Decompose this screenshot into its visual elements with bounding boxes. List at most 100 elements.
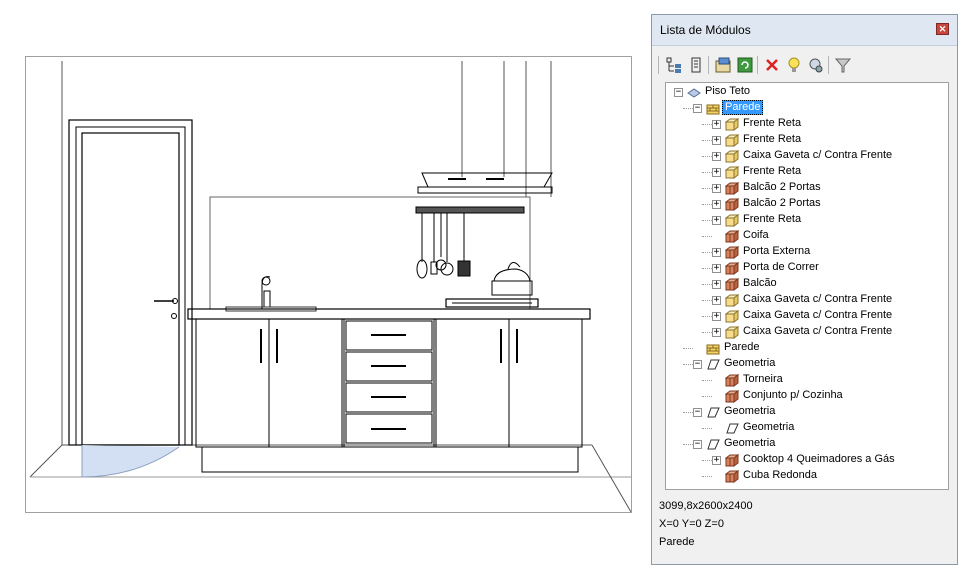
collapse-node-icon[interactable]: −: [693, 408, 702, 417]
tree-item-label[interactable]: Frente Reta: [741, 213, 803, 226]
tree-item[interactable]: − Piso Teto: [666, 84, 948, 100]
expand-node-icon[interactable]: +: [712, 168, 721, 177]
panel-title: Lista de Módulos: [660, 23, 751, 37]
tree-item[interactable]: Torneira: [666, 372, 948, 388]
tree-item-label[interactable]: Frente Reta: [741, 117, 803, 130]
tree-item-label[interactable]: Geometria: [722, 405, 777, 418]
tree-item-label[interactable]: Geometria: [722, 437, 777, 450]
tree-item[interactable]: Parede: [666, 340, 948, 356]
tree-item[interactable]: + Frente Reta: [666, 164, 948, 180]
tree-connector: [702, 396, 712, 397]
tree-item-label[interactable]: Porta Externa: [741, 245, 812, 258]
tree-item[interactable]: Cuba Redonda: [666, 468, 948, 484]
3d-viewport[interactable]: [25, 56, 632, 513]
expand-node-icon[interactable]: +: [712, 456, 721, 465]
tree-item-label[interactable]: Balcão 2 Portas: [741, 181, 823, 194]
collapse-node-icon[interactable]: −: [674, 88, 683, 97]
tree-item-label[interactable]: Parede: [722, 100, 764, 115]
properties-icon[interactable]: [714, 56, 732, 74]
tree-item-label[interactable]: Porta de Correr: [741, 261, 821, 274]
expand-node-icon[interactable]: +: [712, 312, 721, 321]
tree-connector: [702, 204, 712, 205]
front-module-icon: [724, 134, 740, 147]
expand-node-icon[interactable]: +: [712, 264, 721, 273]
tree-item[interactable]: + Frente Reta: [666, 132, 948, 148]
front-module-icon: [724, 310, 740, 323]
expand-node-icon[interactable]: +: [712, 184, 721, 193]
tree-item[interactable]: + Caixa Gaveta c/ Contra Frente: [666, 148, 948, 164]
tree-item-label[interactable]: Caixa Gaveta c/ Contra Frente: [741, 149, 894, 162]
tree-item-label[interactable]: Piso Teto: [703, 85, 752, 98]
tree-item[interactable]: − Parede: [666, 100, 948, 116]
expand-node-icon[interactable]: +: [712, 296, 721, 305]
tree-item-label[interactable]: Geometria: [722, 357, 777, 370]
tree-item[interactable]: + Porta Externa: [666, 244, 948, 260]
expand-node-icon[interactable]: +: [712, 328, 721, 337]
tree-item[interactable]: + Frente Reta: [666, 212, 948, 228]
tree-connector: [702, 284, 712, 285]
tree-item[interactable]: − Geometria: [666, 436, 948, 452]
tree-item-label[interactable]: Torneira: [741, 373, 785, 386]
wall-module-icon: [706, 342, 720, 355]
expand-tree-icon[interactable]: [665, 56, 683, 74]
refresh-icon[interactable]: [736, 56, 754, 74]
tree-item-label[interactable]: Caixa Gaveta c/ Contra Frente: [741, 293, 894, 306]
tree-item-label[interactable]: Frente Reta: [741, 133, 803, 146]
tree-item-label[interactable]: Cuba Redonda: [741, 469, 819, 482]
tree-item[interactable]: + Balcão 2 Portas: [666, 196, 948, 212]
tree-item-label[interactable]: Conjunto p/ Cozinha: [741, 389, 845, 402]
tree-connector: [702, 188, 712, 189]
tree-item[interactable]: + Caixa Gaveta c/ Contra Frente: [666, 324, 948, 340]
tree-item[interactable]: + Caixa Gaveta c/ Contra Frente: [666, 292, 948, 308]
expand-node-icon[interactable]: +: [712, 280, 721, 289]
tree-item[interactable]: + Frente Reta: [666, 116, 948, 132]
tree-connector: [683, 364, 693, 365]
status-selection: Parede: [659, 536, 695, 548]
tree-connector: [702, 268, 712, 269]
module-tree[interactable]: − Piso Teto − Parede + Frente Reta + Frente Ret…: [665, 82, 949, 490]
hide-icon[interactable]: [807, 56, 825, 74]
tree-item[interactable]: + Caixa Gaveta c/ Contra Frente: [666, 308, 948, 324]
tree-item[interactable]: + Porta de Correr: [666, 260, 948, 276]
tree-connector: [702, 124, 712, 125]
tree-item-label[interactable]: Parede: [722, 341, 761, 354]
tree-connector: [702, 220, 712, 221]
tree-item-label[interactable]: Frente Reta: [741, 165, 803, 178]
tree-connector: [702, 460, 712, 461]
delete-icon[interactable]: [763, 56, 781, 74]
collapse-tree-icon[interactable]: [687, 56, 705, 74]
filter-icon[interactable]: [834, 56, 852, 74]
expand-node-icon[interactable]: +: [712, 120, 721, 129]
tree-item-label[interactable]: Cooktop 4 Queimadores a Gás: [741, 453, 897, 466]
expand-node-icon[interactable]: +: [712, 216, 721, 225]
box-module-icon: [724, 182, 740, 195]
tree-item[interactable]: Conjunto p/ Cozinha: [666, 388, 948, 404]
tree-item-label[interactable]: Balcão 2 Portas: [741, 197, 823, 210]
tree-item[interactable]: − Geometria: [666, 404, 948, 420]
tree-item-label[interactable]: Geometria: [741, 421, 796, 434]
faucet: [261, 276, 271, 309]
tree-item-label[interactable]: Coifa: [741, 229, 771, 242]
expand-node-icon[interactable]: +: [712, 152, 721, 161]
collapse-node-icon[interactable]: −: [693, 360, 702, 369]
expand-node-icon[interactable]: +: [712, 200, 721, 209]
tree-item-label[interactable]: Caixa Gaveta c/ Contra Frente: [741, 309, 894, 322]
close-icon[interactable]: ✕: [936, 23, 949, 35]
expand-node-icon[interactable]: +: [712, 248, 721, 257]
tree-item[interactable]: Geometria: [666, 420, 948, 436]
tree-item[interactable]: − Geometria: [666, 356, 948, 372]
tree-item[interactable]: + Balcão: [666, 276, 948, 292]
tree-connector: [702, 252, 712, 253]
tree-item[interactable]: + Cooktop 4 Queimadores a Gás: [666, 452, 948, 468]
collapse-node-icon[interactable]: −: [693, 440, 702, 449]
expand-node-icon[interactable]: +: [712, 136, 721, 145]
tree-connector: [702, 316, 712, 317]
tree-item-label[interactable]: Balcão: [741, 277, 779, 290]
tree-item[interactable]: + Balcão 2 Portas: [666, 180, 948, 196]
tree-item[interactable]: Coifa: [666, 228, 948, 244]
door: [68, 119, 193, 478]
tree-item-label[interactable]: Caixa Gaveta c/ Contra Frente: [741, 325, 894, 338]
light-bulb-icon[interactable]: [785, 56, 803, 74]
collapse-node-icon[interactable]: −: [693, 104, 702, 113]
front-module-icon: [724, 214, 740, 227]
